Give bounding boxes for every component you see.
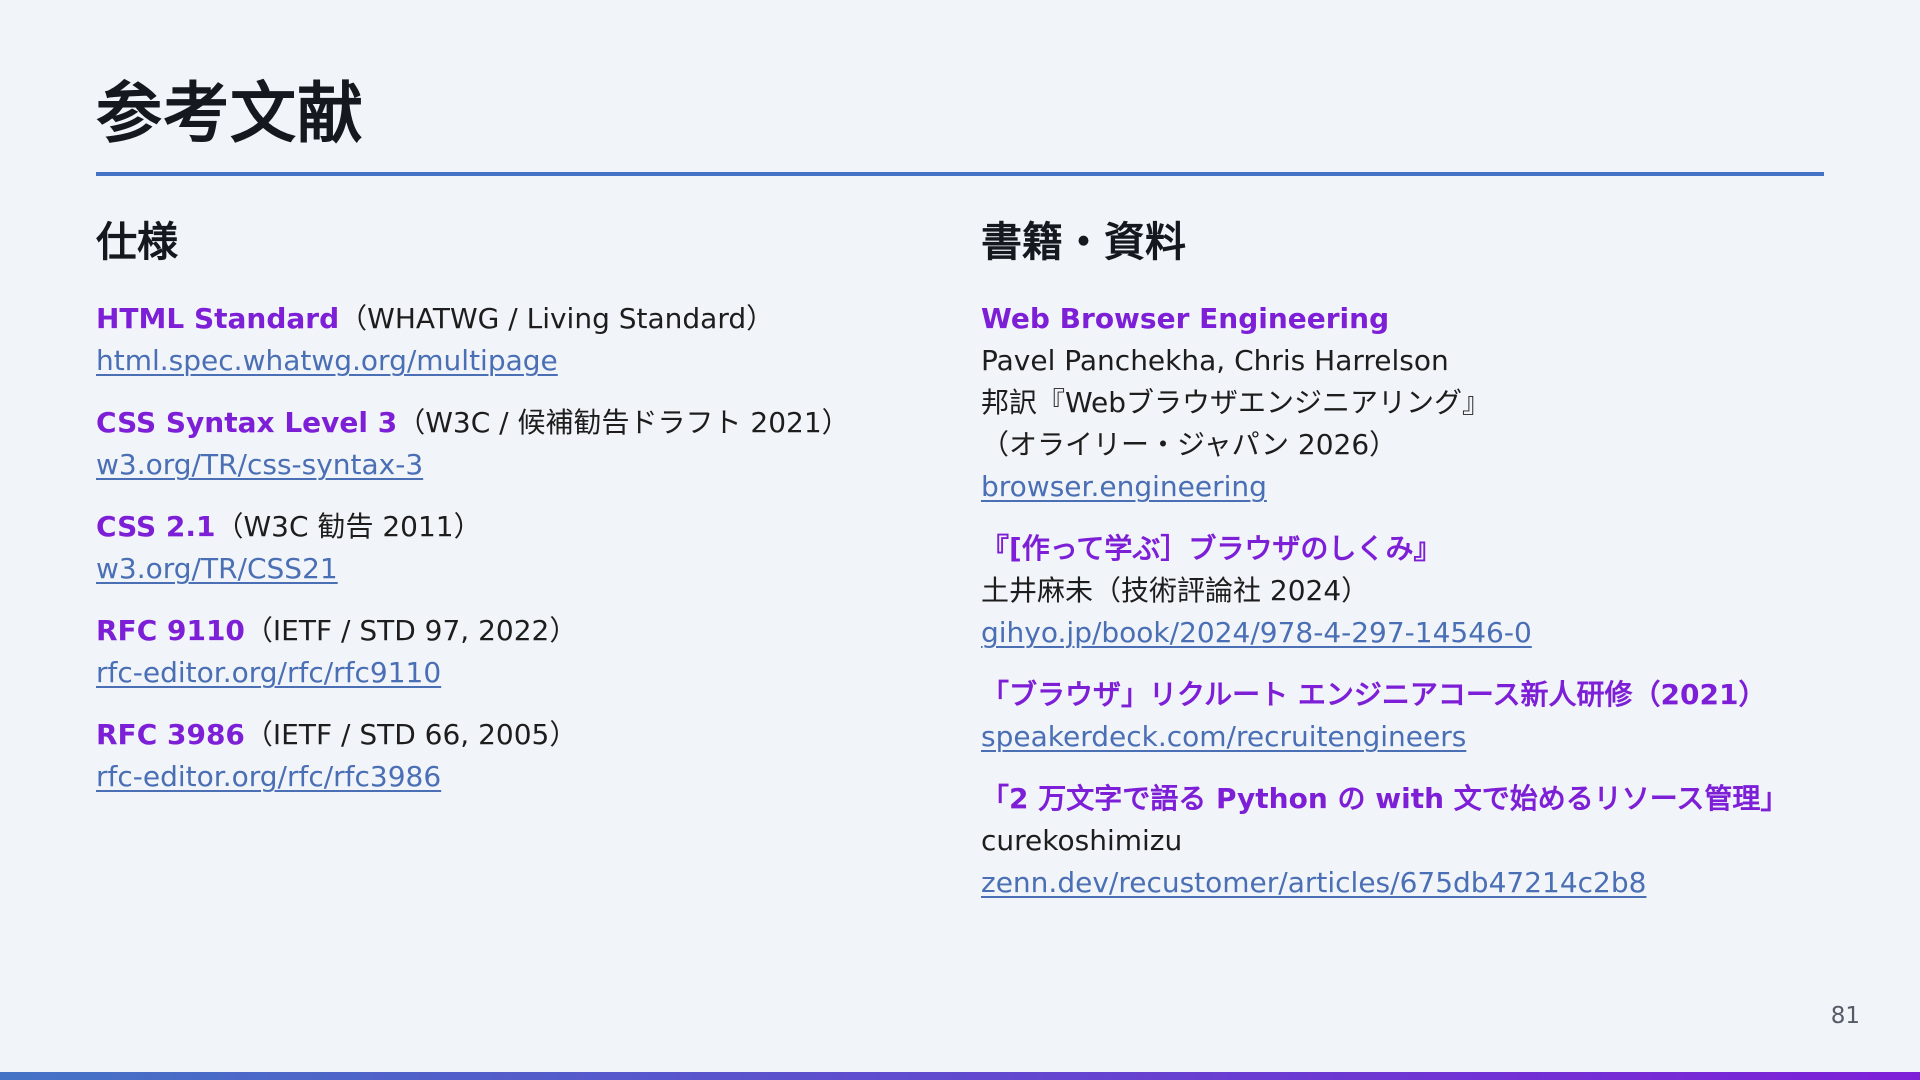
reference-item: 『[作って学ぶ］ブラウザのしくみ』 土井麻未（技術評論社 2024） gihyo… — [981, 528, 1881, 654]
reference-link[interactable]: zenn.dev/recustomer/articles/675db47214c… — [981, 866, 1646, 899]
specs-column: 仕様 HTML Standard（WHATWG / Living Standar… — [96, 214, 956, 818]
reference-item: RFC 3986（IETF / STD 66, 2005） rfc-editor… — [96, 714, 956, 798]
reference-note: （IETF / STD 97, 2022） — [244, 614, 578, 647]
reference-title: RFC 3986 — [96, 718, 245, 751]
reference-title: CSS 2.1 — [96, 510, 216, 543]
reference-link[interactable]: rfc-editor.org/rfc/rfc9110 — [96, 656, 441, 689]
reference-note: （IETF / STD 66, 2005） — [244, 718, 578, 751]
reference-detail: 邦訳『Webブラウザエンジニアリング』 — [981, 386, 1491, 419]
reference-title: RFC 9110 — [96, 614, 245, 647]
reference-title: 『[作って学ぶ］ブラウザのしくみ』 — [981, 532, 1442, 565]
reference-note: （W3C 勧告 2011） — [215, 510, 482, 543]
reference-item: 「2 万文字で語る Python の with 文で始めるリソース管理」 cur… — [981, 778, 1881, 904]
reference-item: CSS 2.1（W3C 勧告 2011） w3.org/TR/CSS21 — [96, 506, 956, 590]
books-column: 書籍・資料 Web Browser Engineering Pavel Panc… — [981, 214, 1881, 924]
reference-link[interactable]: speakerdeck.com/recruitengineers — [981, 720, 1466, 753]
reference-link[interactable]: html.spec.whatwg.org/multipage — [96, 344, 558, 377]
title-divider — [96, 172, 1824, 176]
reference-item: 「ブラウザ」リクルート エンジニアコース新人研修（2021） speakerde… — [981, 674, 1881, 758]
reference-title: HTML Standard — [96, 302, 340, 335]
page-number: 81 — [1830, 1003, 1860, 1029]
reference-note: （WHATWG / Living Standard） — [339, 302, 775, 335]
reference-link[interactable]: w3.org/TR/CSS21 — [96, 552, 338, 585]
bottom-accent-bar — [0, 1072, 1920, 1080]
reference-title: 「ブラウザ」リクルート エンジニアコース新人研修（2021） — [981, 678, 1767, 711]
reference-link[interactable]: browser.engineering — [981, 470, 1267, 503]
slide-title: 参考文献 — [96, 75, 364, 152]
reference-link[interactable]: rfc-editor.org/rfc/rfc3986 — [96, 760, 441, 793]
reference-author: Pavel Panchekha, Chris Harrelson — [981, 344, 1449, 377]
reference-publisher: （オライリー・ジャパン 2026） — [981, 428, 1398, 461]
reference-author: 土井麻未（技術評論社 2024） — [981, 574, 1370, 607]
reference-link[interactable]: gihyo.jp/book/2024/978-4-297-14546-0 — [981, 616, 1532, 649]
reference-title: CSS Syntax Level 3 — [96, 406, 398, 439]
reference-link[interactable]: w3.org/TR/css-syntax-3 — [96, 448, 423, 481]
reference-item: RFC 9110（IETF / STD 97, 2022） rfc-editor… — [96, 610, 956, 694]
reference-title: 「2 万文字で語る Python の with 文で始めるリソース管理」 — [981, 782, 1789, 815]
reference-item: Web Browser Engineering Pavel Panchekha,… — [981, 298, 1881, 508]
specs-heading: 仕様 — [96, 218, 178, 266]
books-heading: 書籍・資料 — [981, 218, 1186, 266]
reference-title: Web Browser Engineering — [981, 302, 1390, 335]
reference-item: CSS Syntax Level 3（W3C / 候補勧告ドラフト 2021） … — [96, 402, 956, 486]
reference-author: curekoshimizu — [981, 824, 1183, 857]
reference-item: HTML Standard（WHATWG / Living Standard） … — [96, 298, 956, 382]
reference-note: （W3C / 候補勧告ドラフト 2021） — [397, 406, 850, 439]
